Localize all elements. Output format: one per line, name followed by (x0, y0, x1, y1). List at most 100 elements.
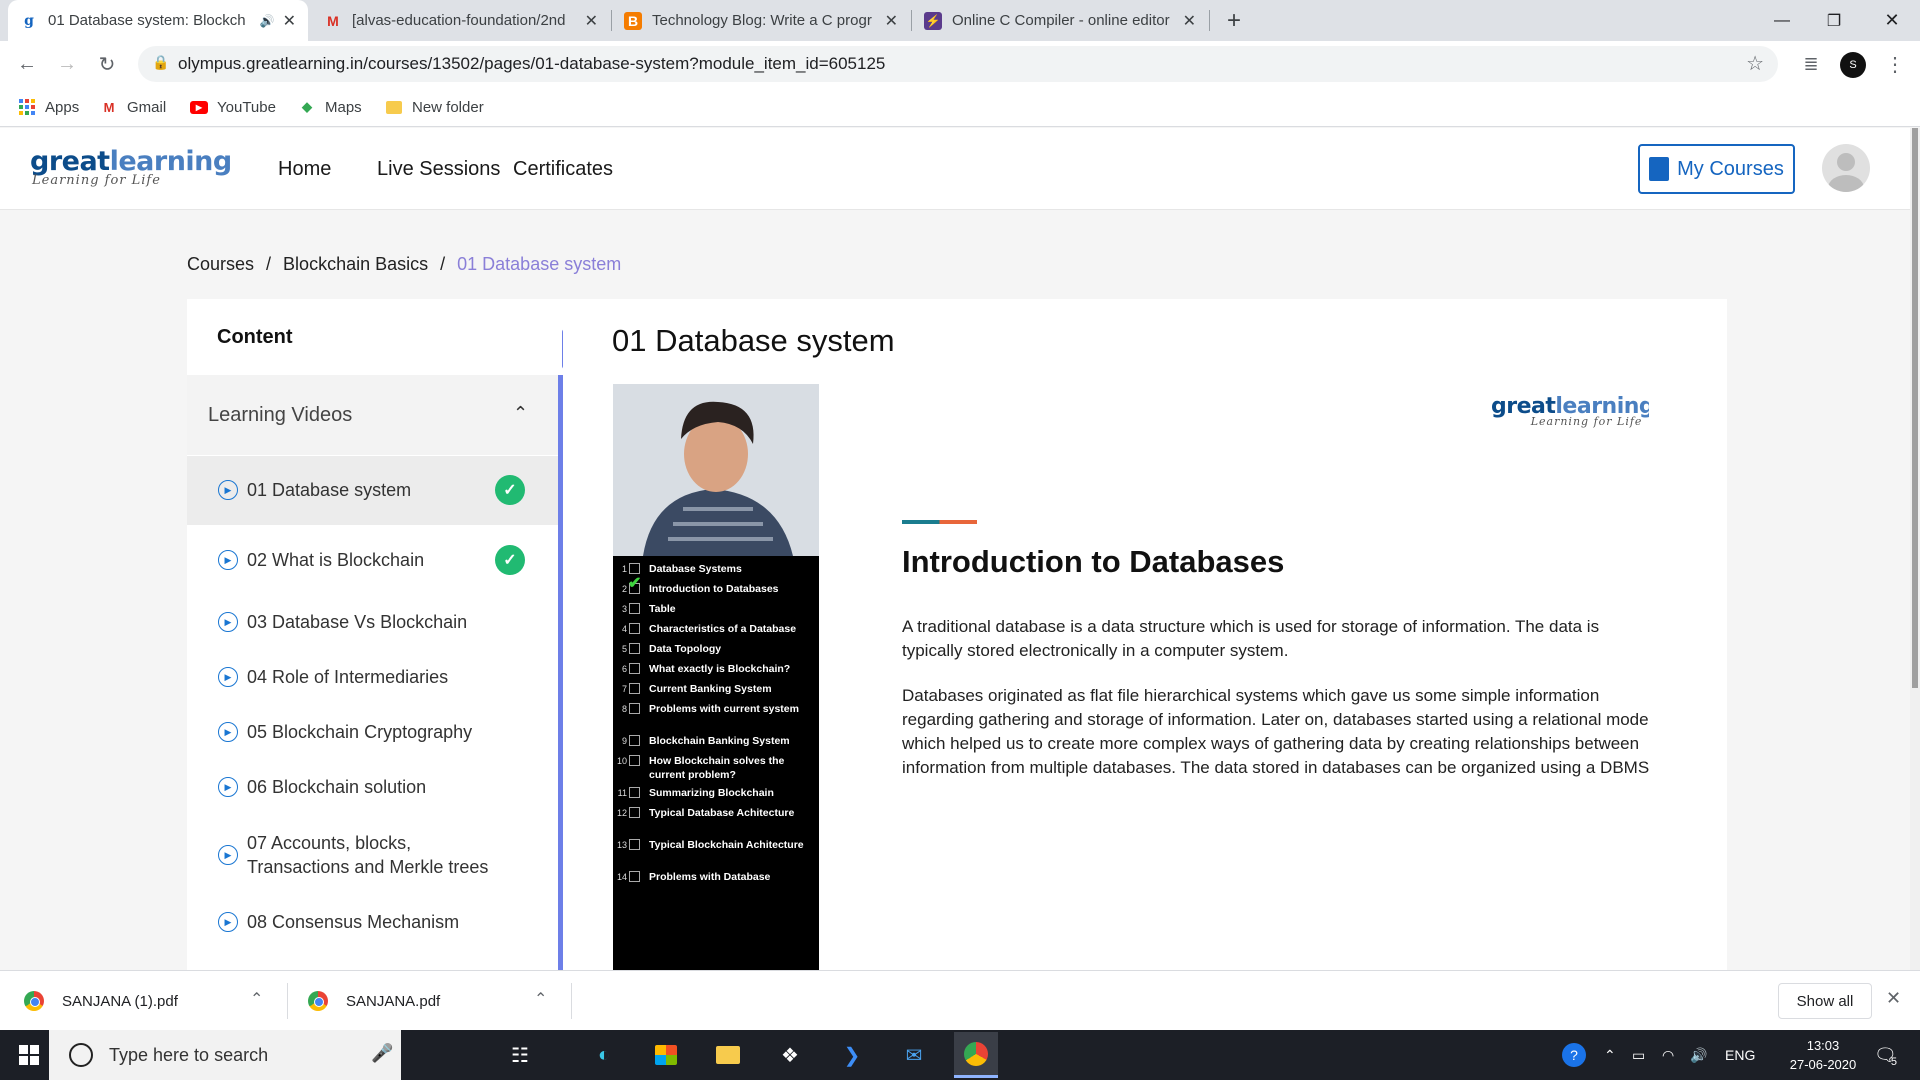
menu-kebab-icon[interactable]: ⋮ (1880, 49, 1910, 79)
bookmark-gmail[interactable]: M Gmail (100, 95, 167, 119)
show-all-button[interactable]: Show all (1778, 983, 1872, 1019)
battery-icon[interactable]: ▭ (1632, 1030, 1645, 1080)
close-tab-icon[interactable]: ✕ (585, 11, 598, 31)
topic-checkbox (629, 703, 640, 714)
topic-number: 3 (621, 604, 627, 614)
topic-label: Database Systems (649, 563, 742, 575)
topic-checkbox (629, 755, 640, 766)
slide-accent-bar (902, 520, 977, 524)
lesson-item-active[interactable]: ▶ 01 Database system ✓ (187, 456, 558, 525)
tab-divider (1209, 10, 1210, 31)
close-tab-icon[interactable]: ✕ (885, 11, 898, 31)
cortana-circle-icon (69, 1043, 93, 1067)
microphone-icon[interactable]: 🎤 (371, 1043, 393, 1064)
nav-live-sessions[interactable]: Live Sessions (377, 158, 500, 181)
minimize-icon[interactable]: — (1754, 0, 1810, 41)
topic-checkbox (629, 643, 640, 654)
topic-number: 9 (621, 736, 627, 746)
bookmark-star-icon[interactable]: ☆ (1746, 51, 1764, 76)
topic-checkbox (629, 807, 640, 818)
download-item[interactable]: SANJANA (1).pdf ⌃ (24, 985, 274, 1017)
clock-time: 13:03 (1806, 1038, 1840, 1053)
browser-toolbar: ← → ↻ 🔒 olympus.greatlearning.in/courses… (0, 41, 1920, 87)
notifications-icon[interactable]: 🗨 5 (1874, 1030, 1897, 1080)
lesson-item[interactable]: ▶ 03 Database Vs Blockchain (187, 595, 558, 650)
edge-icon[interactable]: ◐ (589, 1040, 619, 1070)
lesson-item[interactable]: ▶ 04 Role of Intermediaries (187, 650, 558, 705)
store-icon[interactable] (651, 1040, 681, 1070)
section-learning-videos[interactable]: Learning Videos ⌃ (187, 375, 559, 455)
media-control-icon[interactable]: ≣ (1796, 49, 1826, 79)
dropbox-icon[interactable]: ❖ (775, 1040, 805, 1070)
reload-icon[interactable]: ↻ (92, 49, 122, 79)
topic-checkbox (629, 563, 640, 574)
page-scrollbar[interactable] (1910, 128, 1920, 970)
lesson-item[interactable]: ▶ 07 Accounts, blocks, Transactions and … (187, 815, 558, 895)
greatlearning-logo[interactable]: greatlearning Learning for Life (30, 146, 232, 188)
visual-studio-icon[interactable]: ❯ (837, 1040, 867, 1070)
bookmark-maps[interactable]: ◆ Maps (298, 95, 362, 119)
mail-icon[interactable]: ✉ (899, 1040, 929, 1070)
profile-avatar-icon[interactable]: S (1840, 52, 1866, 78)
lesson-label: 01 Database system (247, 480, 412, 500)
speaker-icon[interactable]: 🔊 (260, 14, 275, 28)
breadcrumb-course[interactable]: Blockchain Basics (283, 254, 428, 275)
lesson-item[interactable]: ▶ 02 What is Blockchain ✓ (187, 525, 558, 595)
user-avatar[interactable] (1822, 144, 1870, 192)
browser-tab[interactable]: B Technology Blog: Write a C progr ✕ (612, 0, 910, 41)
close-window-icon[interactable]: ✕ (1864, 0, 1920, 41)
browser-tab-active[interactable]: g 01 Database system: Blockch 🔊 ✕ (8, 0, 308, 41)
system-tray-chevron-icon[interactable]: ⌃ (1604, 1030, 1616, 1080)
lesson-content: 01 Database system 1 Database Systems 2 ✔ In… (563, 299, 1727, 970)
new-tab-button[interactable]: + (1219, 6, 1249, 36)
restore-icon[interactable]: ❐ (1806, 0, 1862, 41)
site-header: greatlearning Learning for Life Home Liv… (0, 128, 1910, 210)
help-icon[interactable]: ? (1562, 1030, 1586, 1080)
close-tab-icon[interactable]: ✕ (1183, 11, 1196, 31)
chevron-up-icon[interactable]: ⌃ (534, 989, 547, 1009)
slide-logo-tagline: Learning for Life (1530, 415, 1643, 428)
bookmark-apps[interactable]: Apps (18, 95, 79, 119)
bookmark-youtube[interactable]: ▶ YouTube (190, 95, 276, 119)
play-circle-icon: ▶ (218, 777, 238, 797)
video-player[interactable]: 1 Database Systems 2 ✔ Introduction to Datab… (613, 384, 1649, 970)
slide-heading: Introduction to Databases (902, 544, 1285, 579)
address-bar[interactable]: 🔒 olympus.greatlearning.in/courses/13502… (138, 46, 1778, 82)
bookmark-new-folder[interactable]: New folder (385, 95, 484, 119)
back-icon[interactable]: ← (12, 49, 42, 79)
browser-tab[interactable]: M [alvas-education-foundation/2nd ✕ (312, 0, 610, 41)
section-label: Learning Videos (208, 403, 353, 426)
topic-number: 13 (616, 840, 627, 850)
windows-taskbar: Type here to search 🎤 ☷ ◐ ❖ ❯ ✉ ? ⌃ ▭ ◠ … (0, 1030, 1920, 1080)
download-item[interactable]: SANJANA.pdf ⌃ (308, 985, 558, 1017)
chrome-taskbar-icon[interactable] (954, 1032, 998, 1078)
breadcrumb-courses[interactable]: Courses (187, 254, 254, 275)
clock[interactable]: 13:03 27-06-2020 (1778, 1030, 1868, 1080)
topic-checkbox (629, 603, 640, 614)
topic-number: 6 (621, 664, 627, 674)
file-explorer-icon[interactable] (713, 1040, 743, 1070)
taskbar-search-box[interactable]: Type here to search 🎤 (49, 1030, 401, 1080)
forward-icon[interactable]: → (52, 49, 82, 79)
nav-home[interactable]: Home (278, 158, 331, 181)
task-view-icon[interactable]: ☷ (505, 1040, 535, 1070)
lesson-item[interactable]: ▶ 06 Blockchain solution (187, 760, 558, 815)
lesson-item[interactable]: ▶ 05 Blockchain Cryptography (187, 705, 558, 760)
close-downloads-icon[interactable]: ✕ (1886, 988, 1901, 1009)
browser-tab[interactable]: ⚡ Online C Compiler - online editor ✕ (912, 0, 1208, 41)
windows-start-icon[interactable] (14, 1040, 44, 1070)
topic-label: Characteristics of a Database (649, 623, 797, 635)
topic-label: Current Banking System (649, 683, 772, 695)
bookmarks-bar: Apps M Gmail ▶ YouTube ◆ Maps New folder (0, 87, 1920, 127)
lesson-label: 06 Blockchain solution (247, 777, 427, 797)
chevron-up-icon[interactable]: ⌃ (513, 403, 528, 424)
scrollbar-thumb[interactable] (1912, 128, 1918, 688)
chevron-up-icon[interactable]: ⌃ (250, 989, 263, 1009)
language-indicator[interactable]: ENG (1725, 1030, 1755, 1080)
volume-icon[interactable]: 🔊 (1690, 1030, 1707, 1080)
lesson-item[interactable]: ▶ 08 Consensus Mechanism (187, 895, 558, 950)
my-courses-button[interactable]: My Courses (1638, 144, 1795, 194)
close-tab-icon[interactable]: ✕ (283, 11, 296, 31)
wifi-icon[interactable]: ◠ (1662, 1030, 1674, 1080)
nav-certificates[interactable]: Certificates (513, 158, 613, 181)
